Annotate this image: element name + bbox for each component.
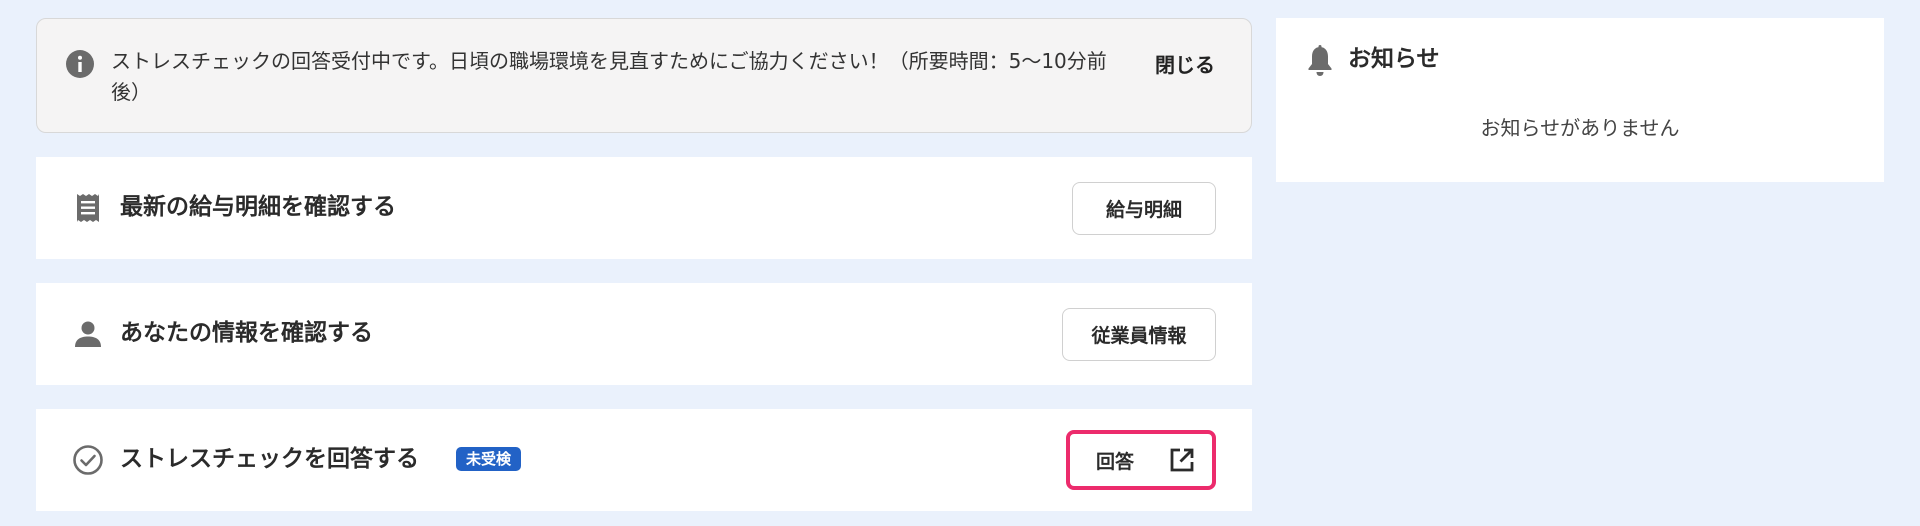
check-circle-icon <box>72 444 104 476</box>
close-notice-button[interactable]: 閉じる <box>1155 49 1215 78</box>
employee-info-card: あなたの情報を確認する 従業員情報 <box>36 283 1252 385</box>
person-icon <box>72 318 104 350</box>
employee-info-button[interactable]: 従業員情報 <box>1062 308 1216 361</box>
external-link-icon <box>1168 446 1196 474</box>
news-title: お知らせ <box>1348 46 1440 72</box>
stress-check-card: ストレスチェックを回答する 未受検 回答 <box>36 409 1252 511</box>
info-icon <box>65 49 95 79</box>
bell-icon <box>1304 44 1336 78</box>
main-column: ストレスチェックの回答受付中です。日頃の職場環境を見直すためにご協力ください！（… <box>36 18 1252 511</box>
notice-message: ストレスチェックの回答受付中です。日頃の職場環境を見直すためにご協力ください！（… <box>111 49 1107 104</box>
receipt-icon <box>72 192 104 224</box>
employee-info-card-title: あなたの情報を確認する <box>120 320 373 346</box>
answer-button[interactable]: 回答 <box>1066 430 1216 490</box>
payslip-card-title: 最新の給与明細を確認する <box>120 194 396 220</box>
payslip-button[interactable]: 給与明細 <box>1072 182 1216 235</box>
stress-check-notice: ストレスチェックの回答受付中です。日頃の職場環境を見直すためにご協力ください！（… <box>36 18 1252 133</box>
status-badge: 未受検 <box>456 447 522 471</box>
stress-check-card-title: ストレスチェックを回答する <box>120 446 419 472</box>
answer-button-label: 回答 <box>1096 450 1135 473</box>
payslip-card: 最新の給与明細を確認する 給与明細 <box>36 157 1252 259</box>
news-panel: お知らせ お知らせがありません <box>1276 18 1884 182</box>
news-empty-message: お知らせがありません <box>1480 116 1680 140</box>
